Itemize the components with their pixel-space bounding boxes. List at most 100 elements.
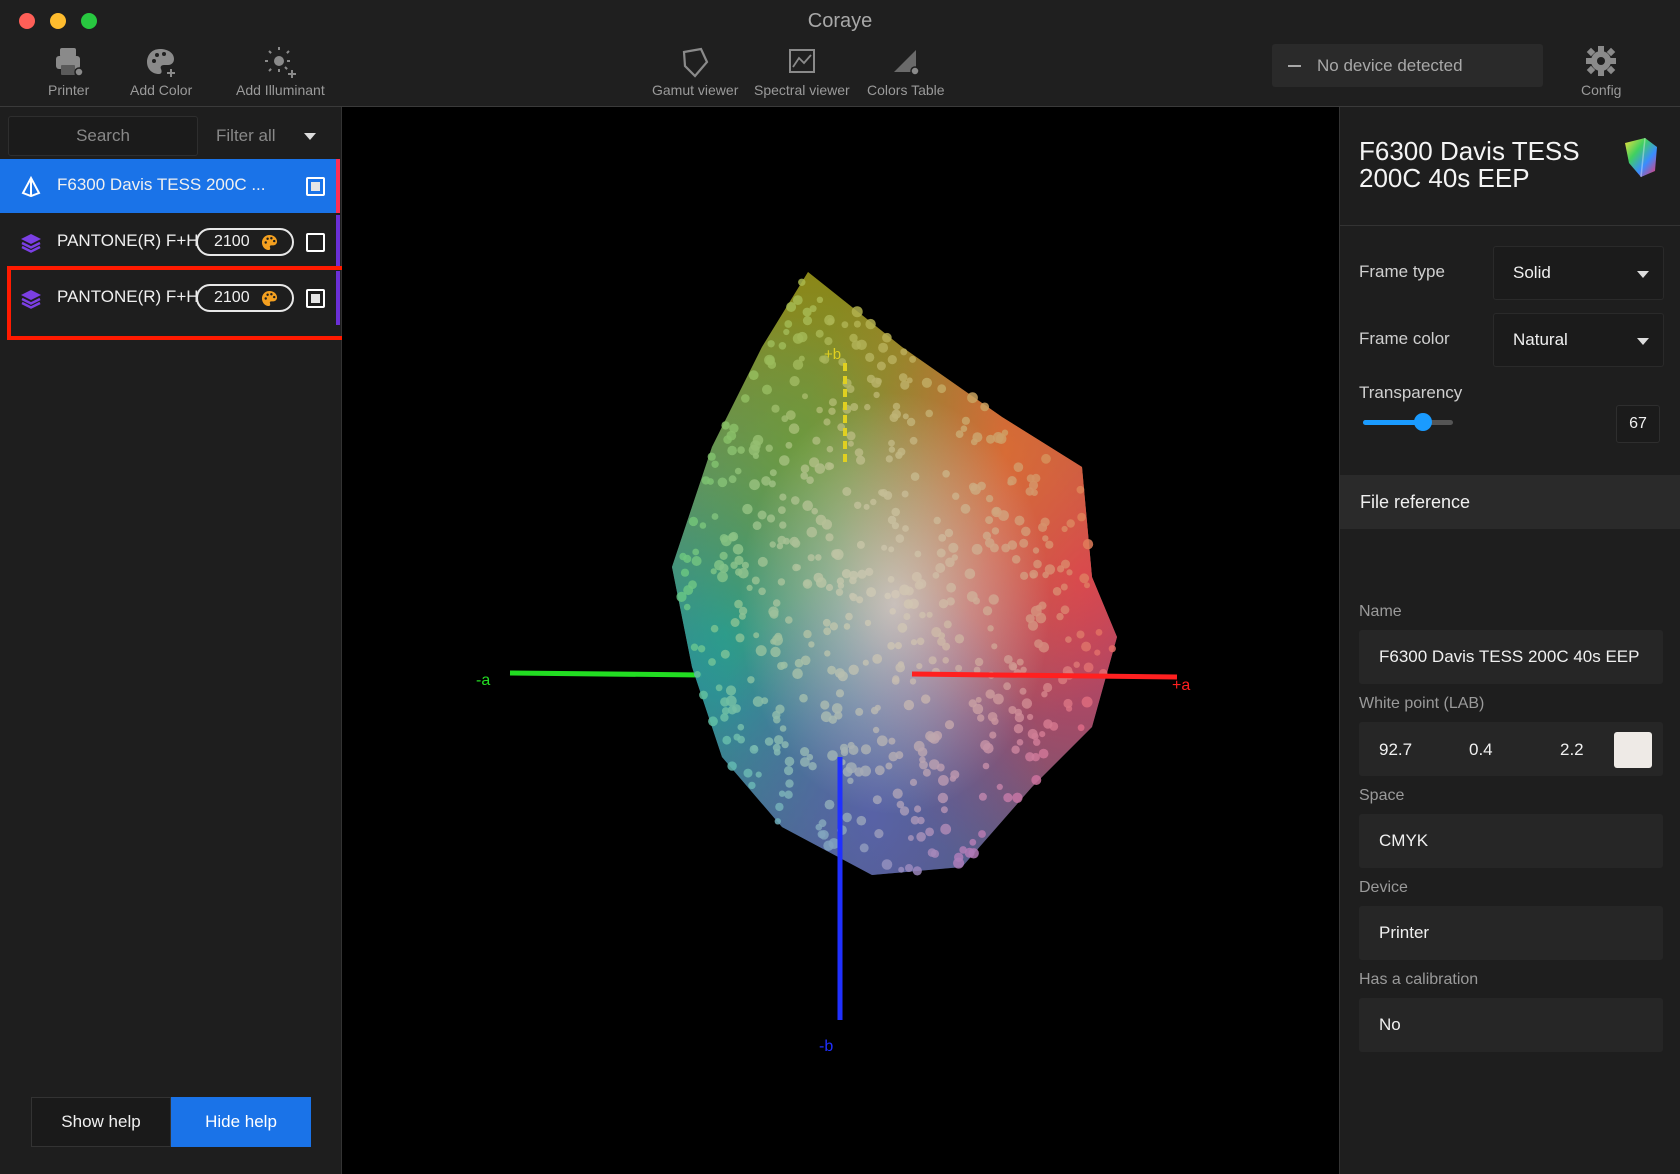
- hide-help-button[interactable]: Hide help: [171, 1097, 311, 1147]
- color-sample-dot: [894, 642, 903, 650]
- color-sample-dot: [887, 576, 895, 583]
- color-sample-dot: [694, 671, 701, 678]
- color-sample-dot: [1016, 739, 1024, 746]
- color-sample-dot: [728, 475, 737, 484]
- color-sample-dot: [683, 554, 692, 563]
- profile-item-pantone-1[interactable]: PANTONE(R) F+H 2100: [0, 215, 340, 269]
- white-point-label: White point (LAB): [1359, 695, 1485, 712]
- color-sample-dot: [888, 737, 896, 745]
- color-sample-dot: [931, 627, 942, 638]
- axis-minus-a: [509, 670, 703, 678]
- color-sample-dot: [978, 830, 986, 838]
- color-sample-dot: [938, 534, 947, 542]
- color-sample-dot: [856, 815, 867, 826]
- color-sample-dot: [769, 469, 777, 477]
- color-sample-dot: [1038, 748, 1049, 759]
- color-sample-dot: [788, 423, 800, 435]
- visibility-checkbox[interactable]: [306, 233, 325, 252]
- color-sample-dot: [808, 762, 817, 771]
- chevron-down-icon: [303, 132, 316, 140]
- color-sample-dot: [792, 668, 803, 679]
- color-sample-dot: [936, 763, 945, 772]
- color-sample-dot: [837, 582, 845, 589]
- color-sample-dot: [822, 618, 831, 627]
- profile-item-f6300[interactable]: F6300 Davis TESS 200C ...: [0, 159, 340, 213]
- color-sample-dot: [831, 549, 841, 559]
- filter-dropdown[interactable]: Filter all: [204, 116, 334, 156]
- layers-icon: [21, 234, 41, 253]
- gamut-viewer-button[interactable]: Gamut viewer: [652, 44, 738, 98]
- white-point-l: 92.7: [1379, 740, 1413, 759]
- color-sample-dot: [865, 352, 875, 362]
- show-help-button[interactable]: Show help: [31, 1097, 171, 1147]
- color-sample-dot: [730, 618, 740, 627]
- color-sample-dot: [974, 657, 984, 667]
- color-sample-dot: [888, 439, 895, 447]
- color-sample-dot: [683, 603, 691, 611]
- color-sample-dot: [887, 642, 896, 650]
- color-sample-dot: [775, 802, 784, 812]
- add-illuminant-button[interactable]: Add Illuminant: [236, 44, 325, 98]
- color-sample-dot: [870, 498, 877, 506]
- color-sample-dot: [837, 671, 848, 682]
- transparency-slider-handle[interactable]: [1414, 413, 1433, 431]
- color-sample-dot: [784, 766, 794, 776]
- transparency-slider[interactable]: [1363, 413, 1453, 431]
- frame-type-select[interactable]: Solid: [1493, 246, 1664, 300]
- color-sample-dot: [847, 440, 854, 447]
- color-sample-dot: [1008, 706, 1017, 714]
- color-sample-dot: [996, 783, 1003, 791]
- visibility-checkbox[interactable]: [306, 177, 325, 196]
- file-reference-header[interactable]: File reference: [1340, 475, 1680, 529]
- color-sample-dot: [725, 685, 737, 696]
- color-sample-dot: [818, 819, 827, 828]
- white-point-field: 92.7 0.4 2.2: [1359, 722, 1663, 776]
- color-sample-dot: [874, 829, 884, 839]
- spectral-viewer-button[interactable]: Spectral viewer: [754, 44, 850, 98]
- color-sample-dot: [1066, 519, 1075, 528]
- color-sample-dot: [1029, 572, 1037, 579]
- search-input[interactable]: Search: [8, 116, 198, 156]
- transparency-value-input[interactable]: 67: [1616, 405, 1660, 443]
- color-sample-dot: [849, 592, 856, 600]
- gamut-solid: [672, 272, 1117, 876]
- color-sample-dot: [905, 864, 913, 872]
- add-color-button[interactable]: Add Color: [130, 44, 192, 98]
- color-sample-dot: [864, 403, 871, 411]
- color-sample-dot: [1007, 476, 1017, 486]
- color-sample-dot: [827, 665, 836, 675]
- chevron-down-icon: [1637, 271, 1649, 278]
- color-sample-dot: [1081, 696, 1093, 708]
- color-sample-dot: [964, 568, 976, 580]
- color-sample-dot: [768, 480, 776, 488]
- color-sample-dot: [1033, 559, 1042, 569]
- axis-label-minus-b: -b: [819, 1038, 833, 1055]
- printer-button[interactable]: Printer: [48, 44, 89, 98]
- gamut-pyramid-icon: [21, 176, 41, 198]
- color-sample-dot: [944, 528, 954, 538]
- color-sample-dot: [952, 492, 960, 500]
- color-sample-dot: [972, 432, 983, 443]
- color-sample-dot: [752, 521, 762, 530]
- color-sample-dot: [722, 735, 732, 745]
- gamut-3d-viewer[interactable]: -a +a +b -b: [342, 107, 1339, 1174]
- color-sample-dot: [823, 418, 831, 426]
- color-sample-dot: [922, 768, 931, 777]
- color-sample-dot: [968, 699, 977, 708]
- color-sample-dot: [828, 398, 837, 407]
- device-status[interactable]: No device detected: [1272, 44, 1543, 87]
- color-sample-dot: [1073, 661, 1080, 668]
- color-sample-dot: [732, 544, 744, 555]
- colors-table-button[interactable]: Colors Table: [867, 44, 945, 98]
- color-sample-dot: [980, 402, 990, 412]
- device-field: Printer: [1359, 906, 1663, 960]
- color-sample-dot: [1031, 473, 1041, 483]
- color-sample-dot: [692, 548, 700, 556]
- color-sample-dot: [961, 416, 971, 425]
- color-sample-dot: [988, 594, 999, 605]
- config-button[interactable]: Config: [1581, 44, 1621, 98]
- color-sample-dot: [708, 658, 716, 666]
- frame-color-select[interactable]: Natural: [1493, 313, 1664, 367]
- color-sample-dot: [1052, 587, 1062, 596]
- color-sample-dot: [798, 278, 806, 286]
